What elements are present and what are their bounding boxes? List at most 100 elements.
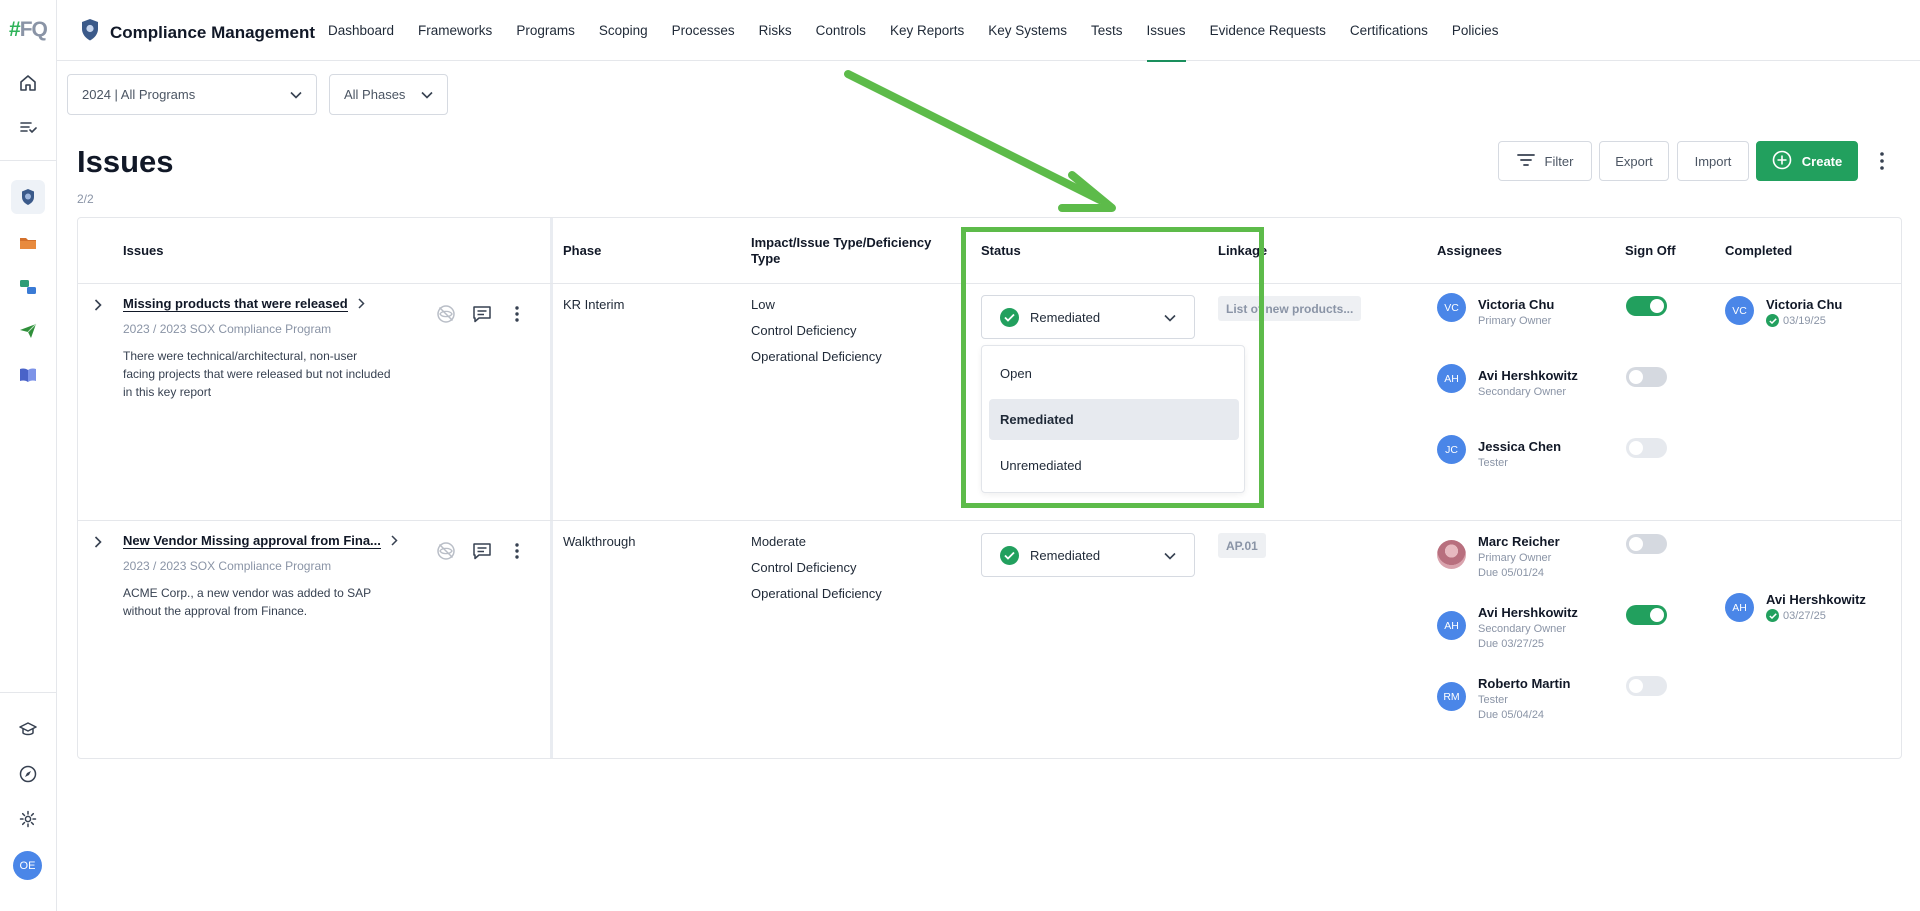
column-divider (550, 218, 553, 758)
header-signoff[interactable]: Sign Off (1625, 218, 1676, 283)
plus-circle-icon (1772, 150, 1792, 173)
create-button-label: Create (1801, 153, 1843, 169)
issue-program: 2023 / 2023 SOX Compliance Program (123, 559, 332, 573)
check-circle-icon (1766, 314, 1779, 327)
comment-icon[interactable] (471, 303, 493, 325)
issue-type-value: Control Deficiency (751, 560, 857, 575)
sync-icon[interactable] (11, 270, 45, 304)
nav-frameworks[interactable]: Frameworks (418, 0, 492, 61)
signoff-toggle (1626, 676, 1667, 696)
nav-programs[interactable]: Programs (516, 0, 575, 61)
assignee-role: Secondary Owner (1478, 623, 1567, 635)
avatar: JC (1437, 435, 1466, 464)
issue-title-link[interactable]: Missing products that were released (123, 296, 348, 312)
create-button[interactable]: Create (1756, 141, 1858, 181)
folder-icon[interactable] (11, 226, 45, 260)
header-completed[interactable]: Completed (1725, 218, 1792, 283)
avatar: AH (1725, 593, 1754, 622)
expand-row-icon[interactable] (91, 535, 105, 549)
nav-key-reports[interactable]: Key Reports (890, 0, 964, 61)
impact-value: Low (751, 297, 775, 312)
assignee-due-date: Due 05/04/24 (1478, 709, 1545, 721)
visibility-off-icon[interactable] (435, 540, 457, 562)
program-select[interactable]: 2024 | All Programs (67, 74, 317, 115)
signoff-toggle[interactable] (1626, 605, 1667, 625)
linkage-chip[interactable]: AP.01 (1218, 533, 1266, 558)
check-circle-icon (1766, 609, 1779, 622)
assignee-name: Avi Hershkowitz (1478, 605, 1578, 620)
avatar (1437, 540, 1466, 569)
assignee-name: Avi Hershkowitz (1478, 368, 1578, 383)
phase-value: Walkthrough (563, 534, 636, 549)
user-avatar[interactable]: OE (13, 851, 42, 880)
nav-certifications[interactable]: Certifications (1350, 0, 1428, 61)
compass-icon[interactable] (11, 757, 45, 791)
chevron-down-icon (290, 87, 302, 102)
chevron-right-icon[interactable] (358, 297, 365, 312)
app-logo[interactable]: #FQ (9, 18, 48, 42)
row-menu-icon[interactable] (506, 540, 528, 562)
filter-button-label: Filter (1544, 153, 1574, 169)
header-impact[interactable]: Impact/Issue Type/Deficiency Type (751, 218, 941, 283)
phase-select[interactable]: All Phases (329, 74, 448, 115)
status-select[interactable]: Remediated (981, 533, 1195, 577)
nav-issues[interactable]: Issues (1146, 0, 1186, 62)
nav-tests[interactable]: Tests (1091, 0, 1123, 61)
annotation-highlight-box (961, 227, 1264, 508)
nav-controls[interactable]: Controls (816, 0, 866, 61)
send-icon[interactable] (11, 314, 45, 348)
assignee-due-date: Due 03/27/25 (1478, 638, 1545, 650)
settings-gear-icon[interactable] (11, 802, 45, 836)
avatar: VC (1725, 296, 1754, 325)
assignee-role: Primary Owner (1478, 552, 1552, 564)
completed-by-name: Victoria Chu (1766, 297, 1843, 312)
export-button-label: Export (1615, 153, 1653, 169)
assignee-due-date: Due 05/01/24 (1478, 567, 1545, 579)
completed-by-name: Avi Hershkowitz (1766, 592, 1866, 607)
nav-policies[interactable]: Policies (1452, 0, 1499, 61)
filter-button[interactable]: Filter (1498, 141, 1592, 181)
visibility-off-icon[interactable] (435, 303, 457, 325)
left-rail: #FQ OE (0, 0, 57, 911)
assignee-role: Tester (1478, 694, 1508, 706)
assignee-role: Tester (1478, 457, 1508, 469)
comment-icon[interactable] (471, 540, 493, 562)
signoff-toggle[interactable] (1626, 534, 1667, 554)
chevron-down-icon (421, 87, 433, 102)
issue-description: ACME Corp., a new vendor was added to SA… (123, 586, 371, 618)
nav-scoping[interactable]: Scoping (599, 0, 648, 61)
assignee-name: Victoria Chu (1478, 297, 1555, 312)
more-options-icon[interactable] (1874, 148, 1890, 174)
chevron-right-icon[interactable] (391, 534, 398, 549)
compliance-icon[interactable] (11, 180, 45, 214)
header-assignees[interactable]: Assignees (1437, 218, 1502, 283)
avatar: RM (1437, 682, 1466, 711)
header-issues[interactable]: Issues (123, 218, 163, 283)
issue-program: 2023 / 2023 SOX Compliance Program (123, 322, 332, 336)
signoff-toggle[interactable] (1626, 367, 1667, 387)
signoff-toggle[interactable] (1626, 296, 1667, 316)
learning-icon[interactable] (11, 712, 45, 746)
issue-description: There were technical/architectural, non-… (123, 349, 391, 399)
nav-dashboard[interactable]: Dashboard (328, 0, 394, 61)
expand-row-icon[interactable] (91, 298, 105, 312)
main-nav: Dashboard Frameworks Programs Scoping Pr… (328, 0, 1522, 62)
completed-date-value: 03/27/25 (1783, 609, 1826, 622)
book-icon[interactable] (11, 358, 45, 392)
phase-select-value: All Phases (344, 87, 406, 102)
header-phase[interactable]: Phase (563, 218, 601, 283)
tasks-icon[interactable] (11, 110, 45, 144)
home-icon[interactable] (11, 66, 45, 100)
completed-date-value: 03/19/25 (1783, 314, 1826, 327)
row-menu-icon[interactable] (506, 303, 528, 325)
import-button[interactable]: Import (1677, 141, 1749, 181)
nav-risks[interactable]: Risks (759, 0, 792, 61)
import-button-label: Import (1694, 153, 1732, 169)
issue-title-link[interactable]: New Vendor Missing approval from Fina... (123, 533, 381, 549)
nav-evidence-requests[interactable]: Evidence Requests (1210, 0, 1326, 61)
export-button[interactable]: Export (1599, 141, 1669, 181)
chevron-down-icon (1164, 548, 1176, 563)
assignee-role: Primary Owner (1478, 315, 1552, 327)
nav-processes[interactable]: Processes (672, 0, 735, 61)
nav-key-systems[interactable]: Key Systems (988, 0, 1067, 61)
